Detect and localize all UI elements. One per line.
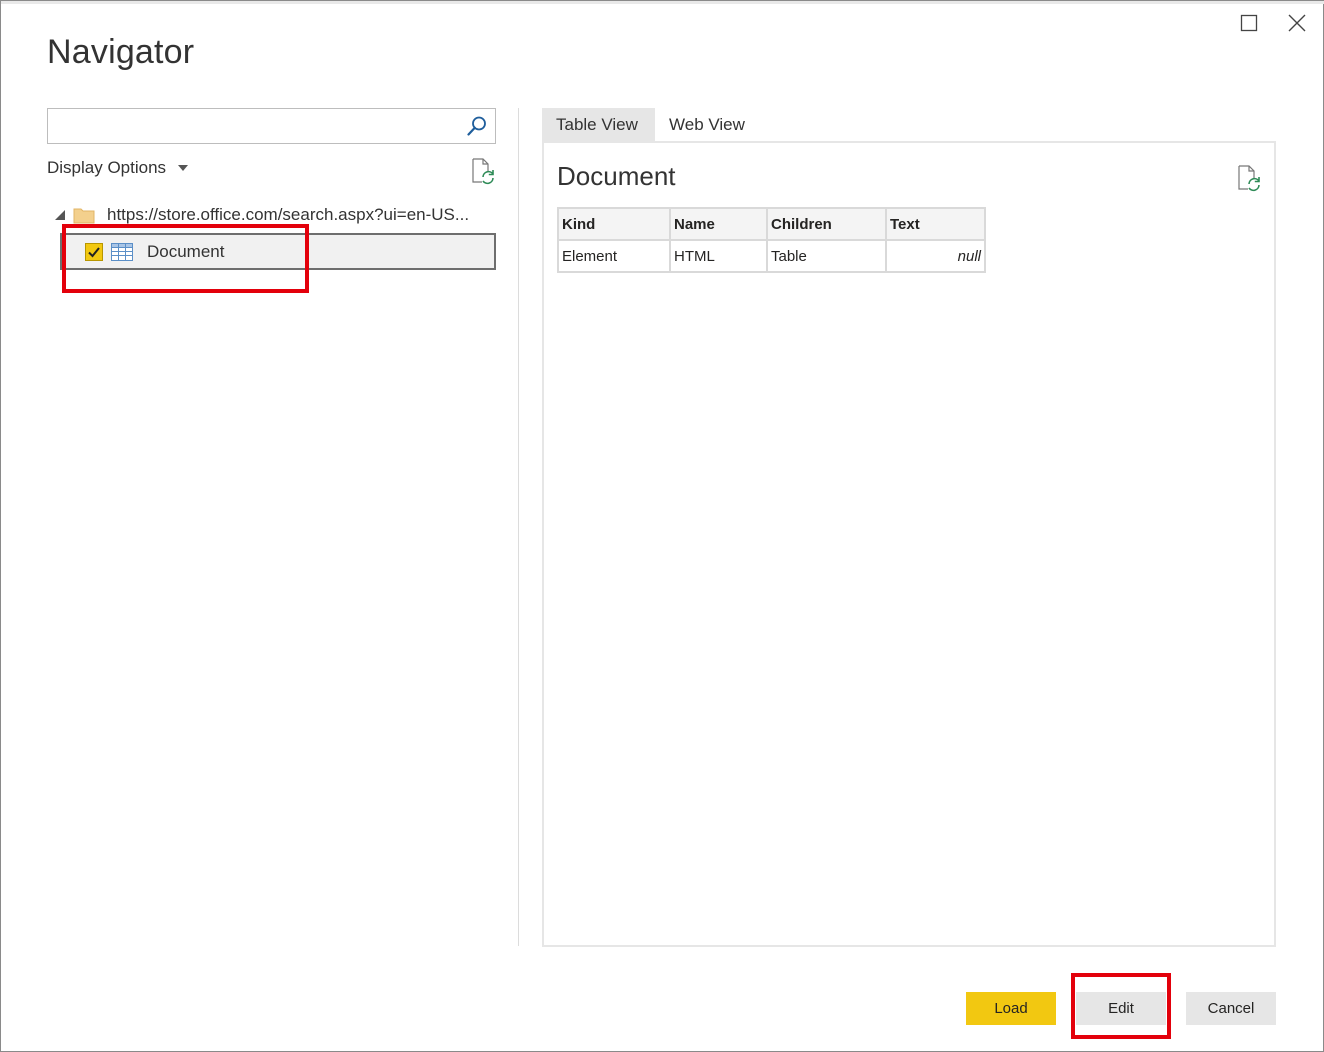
tab-web-view-label: Web View [669, 115, 745, 134]
dialog-title: Navigator [47, 33, 195, 71]
pane-divider [518, 108, 519, 946]
maximize-icon[interactable] [1237, 11, 1261, 35]
table-cell: Element [557, 239, 671, 273]
display-options-dropdown[interactable]: Display Options [47, 158, 189, 178]
tab-table-view[interactable]: Table View [542, 108, 655, 142]
preview-table: Kind Name Children Text Element HTML Tab… [557, 207, 986, 273]
search-input[interactable] [48, 109, 458, 143]
search-icon[interactable] [465, 114, 489, 138]
column-header-text[interactable]: Text [885, 207, 986, 241]
column-header-kind[interactable]: Kind [557, 207, 671, 241]
preview-title: Document [557, 161, 676, 191]
search-box[interactable] [47, 108, 496, 144]
tree-root-label: https://store.office.com/search.aspx?ui=… [107, 205, 470, 224]
tab-web-view[interactable]: Web View [655, 108, 759, 142]
table-cell[interactable]: Table [766, 239, 887, 273]
collapse-arrow-icon[interactable] [55, 210, 65, 220]
display-options-label: Display Options [47, 158, 167, 177]
column-header-children[interactable]: Children [766, 207, 887, 241]
table-row: Element HTML Table null [557, 239, 986, 273]
tab-table-view-label: Table View [556, 115, 638, 134]
column-header-name[interactable]: Name [669, 207, 768, 241]
folder-icon [73, 206, 95, 224]
refresh-icon[interactable] [470, 157, 496, 185]
top-strip [1, 1, 1324, 4]
table-header-row: Kind Name Children Text [557, 207, 986, 241]
table-cell: HTML [669, 239, 768, 273]
highlight-document-box [62, 224, 309, 293]
table-cell: null [885, 239, 986, 273]
navigator-dialog: Navigator Display Options https://store.… [0, 0, 1324, 1052]
highlight-edit-box [1071, 973, 1171, 1039]
refresh-preview-icon[interactable] [1236, 164, 1262, 192]
chevron-down-icon [178, 165, 189, 171]
close-icon[interactable] [1285, 11, 1309, 35]
cancel-button[interactable]: Cancel [1186, 992, 1276, 1025]
preview-panel: Document Kind Name Children Text Element… [542, 141, 1276, 947]
load-button[interactable]: Load [966, 992, 1056, 1025]
